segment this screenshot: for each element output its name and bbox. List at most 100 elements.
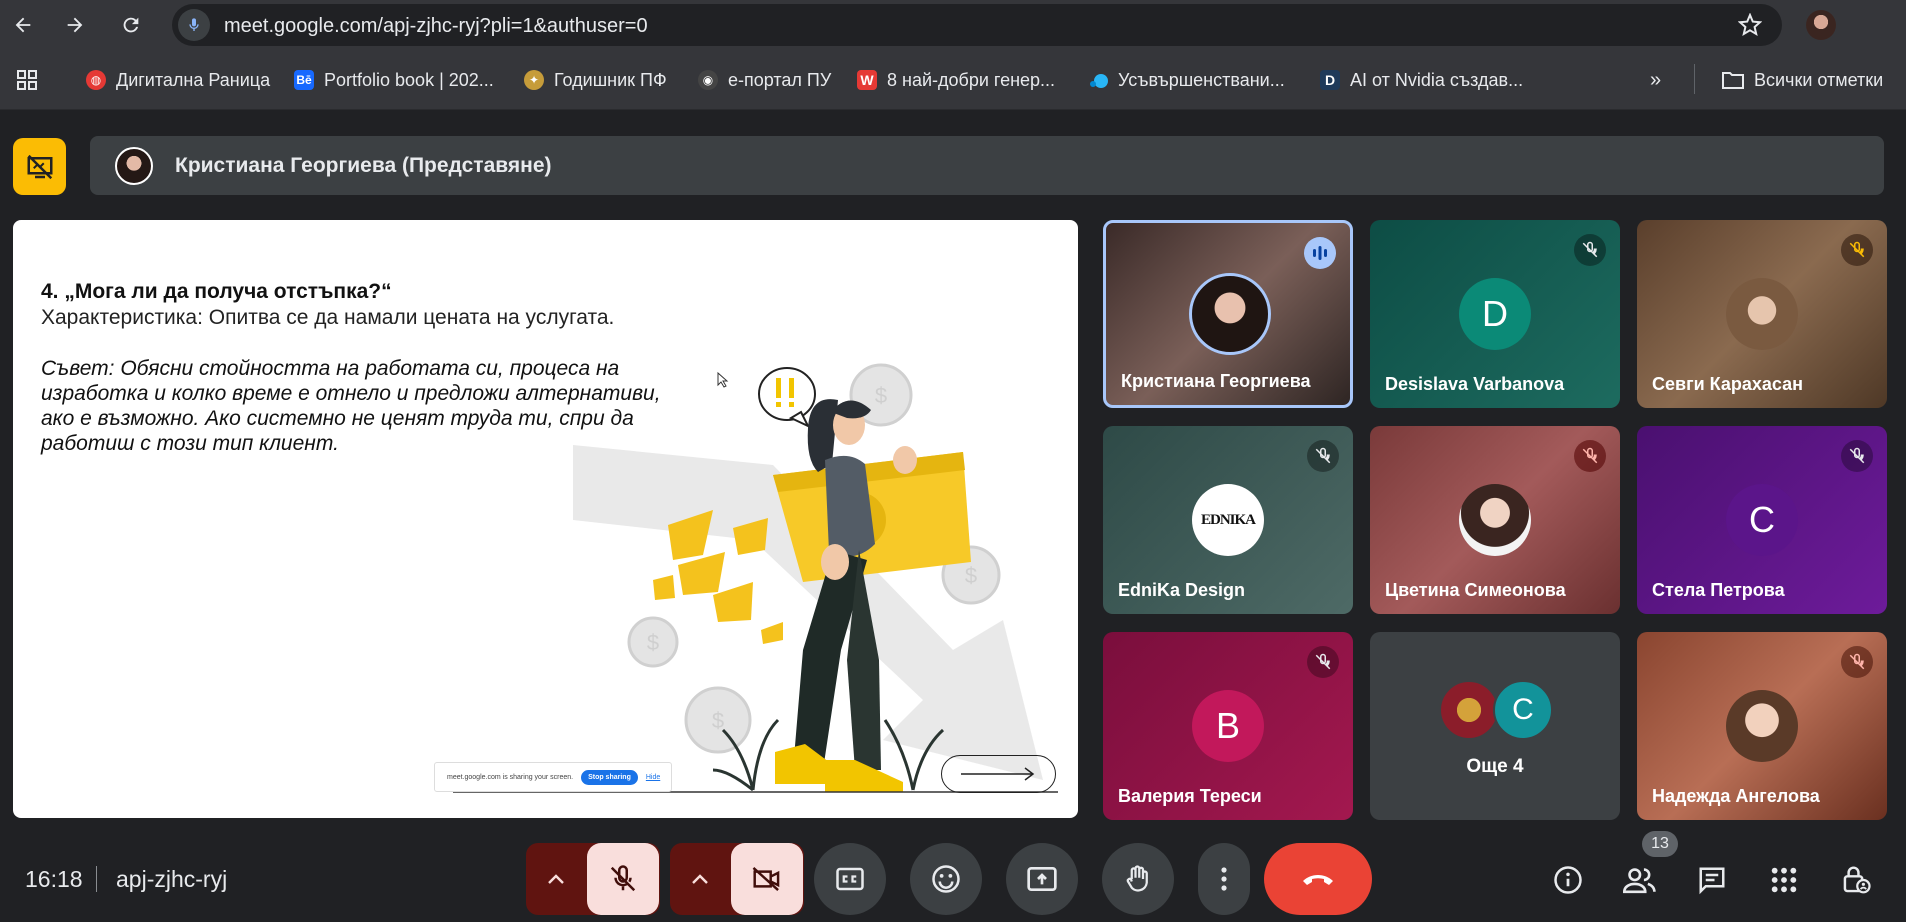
meeting-details-button[interactable] [1548,860,1588,900]
chat-icon [1699,867,1725,895]
bookmark-item[interactable]: W 8 най-добри генер... [857,68,1055,92]
avatar: D [1459,278,1531,350]
reload-icon [123,17,139,33]
reload-button[interactable] [116,10,146,40]
bookmarks-bar: ◍ Дигитална Раница Bē Portfolio book | 2… [0,50,1906,110]
svg-text:$: $ [712,708,724,733]
participant-tile[interactable]: EDNIKA EdniKa Design [1103,426,1353,614]
mic-off-icon [1307,440,1339,472]
bookmark-item[interactable]: Усъвършенствани... [1088,68,1285,92]
mic-toggle-button[interactable] [587,843,659,915]
participant-tile[interactable]: Цветина Симеонова [1370,426,1620,614]
profile-avatar[interactable] [1806,10,1836,40]
apps-grid-icon[interactable] [16,68,38,92]
captions-button[interactable] [814,843,886,915]
camera-toggle-button[interactable] [731,843,803,915]
clock-divider [96,866,97,892]
folder-icon [1722,72,1744,89]
participant-name: Desislava Varbanova [1385,374,1565,394]
meeting-code: apj-zjhc-ryj [116,866,228,892]
bookmark-item[interactable]: Bē Portfolio book | 202... [294,68,494,92]
people-icon [1623,868,1656,894]
avatar [1439,680,1499,740]
chevron-up-icon [548,874,564,884]
bookmarks-divider [1694,64,1695,94]
behance-icon: Bē [294,70,314,90]
bookmark-item[interactable]: ✦ Годишник ПФ [524,68,667,92]
participant-tile[interactable]: Севги Карахасан [1637,220,1887,408]
more-participants-label: Още 4 [1466,756,1524,777]
discount-illustration: $$$$ $ [453,363,1058,793]
forward-button[interactable] [60,10,90,40]
more-vert-icon [1221,867,1227,891]
captions-icon [836,867,864,891]
stop-sharing-button[interactable]: Stop sharing [581,769,638,785]
participant-tile[interactable]: B Валерия Тереси [1103,632,1353,820]
blue-dots-icon [1088,70,1108,90]
more-options-button[interactable] [1198,843,1250,915]
raise-hand-button[interactable] [1102,843,1174,915]
digital-backpack-icon: ◍ [86,70,106,90]
stop-presenting-button[interactable] [13,138,66,195]
participant-name: EdniKa Design [1118,580,1246,600]
long-arrow-right-icon [960,767,1034,781]
mic-off-icon [610,865,636,892]
screen-share-notice: meet.google.com is sharing your screen. … [434,762,672,792]
mic-options-button[interactable] [526,843,586,915]
browser-toolbar: meet.google.com/apj-zjhc-ryj?pli=1&authu… [0,0,1906,50]
presenter-avatar [115,147,153,185]
mic-off-icon [1841,646,1873,678]
activities-button[interactable] [1764,860,1804,900]
bookmark-item[interactable]: D AI от Nvidia създав... [1320,68,1523,92]
w-logo-icon: W [857,70,877,90]
presenter-name: Кристиана Георгиева (Представяне) [175,154,552,177]
info-icon [1554,866,1582,894]
avatar [1189,273,1271,355]
participant-name: Валерия Тереси [1118,786,1262,806]
participant-tile[interactable]: Надежда Ангелова [1637,632,1887,820]
avatar: C [1726,484,1798,556]
next-arrow-button[interactable] [941,755,1056,793]
reactions-button[interactable] [910,843,982,915]
more-participants-tile[interactable]: C Още 4 [1370,632,1620,820]
more-bookmarks-chevron-icon[interactable]: » [1650,68,1661,92]
mic-off-icon [1841,234,1873,266]
emoji-icon [932,865,960,893]
arrow-right-icon [67,17,83,33]
camera-off-icon [752,867,780,891]
participant-tile[interactable]: D Desislava Varbanova [1370,220,1620,408]
host-controls-button[interactable] [1836,860,1876,900]
participant-name: Цветина Симеонова [1385,580,1566,600]
chat-button[interactable] [1692,860,1732,900]
url-text: meet.google.com/apj-zjhc-ryj?pli=1&authu… [224,15,648,37]
lock-person-icon [1843,866,1871,894]
mic-off-icon [1841,440,1873,472]
speaking-indicator-icon [1304,237,1336,269]
d-logo-icon: D [1320,70,1340,90]
present-off-icon [27,154,52,179]
svg-text:$: $ [965,563,977,588]
all-bookmarks-folder[interactable]: Всички отметки [1722,68,1883,92]
participant-tile[interactable]: C Стела Петрова [1637,426,1887,614]
bookmark-star-icon[interactable] [1737,12,1763,42]
participant-tile[interactable]: Кристиана Георгиева [1103,220,1353,408]
avatar [1726,278,1798,350]
bookmark-item[interactable]: ◉ е-портал ПУ [698,68,831,92]
apps-grid-icon [1771,867,1797,893]
bookmark-item[interactable]: ◍ Дигитална Раница [86,68,270,92]
address-bar[interactable]: meet.google.com/apj-zjhc-ryj?pli=1&authu… [172,4,1782,46]
participants-count-badge: 13 [1642,831,1678,857]
portal-icon: ◉ [698,70,718,90]
present-screen-icon [1027,867,1057,891]
avatar [1726,690,1798,762]
end-call-icon [1303,875,1333,885]
people-button[interactable] [1620,860,1660,900]
mic-permission-icon[interactable] [178,9,210,41]
back-button[interactable] [8,10,38,40]
leave-call-button[interactable] [1264,843,1372,915]
present-screen-button[interactable] [1006,843,1078,915]
meeting-clock: 16:18 [25,866,83,892]
camera-options-button[interactable] [670,843,730,915]
svg-text:$: $ [875,383,887,408]
hide-link[interactable]: Hide [646,774,660,781]
